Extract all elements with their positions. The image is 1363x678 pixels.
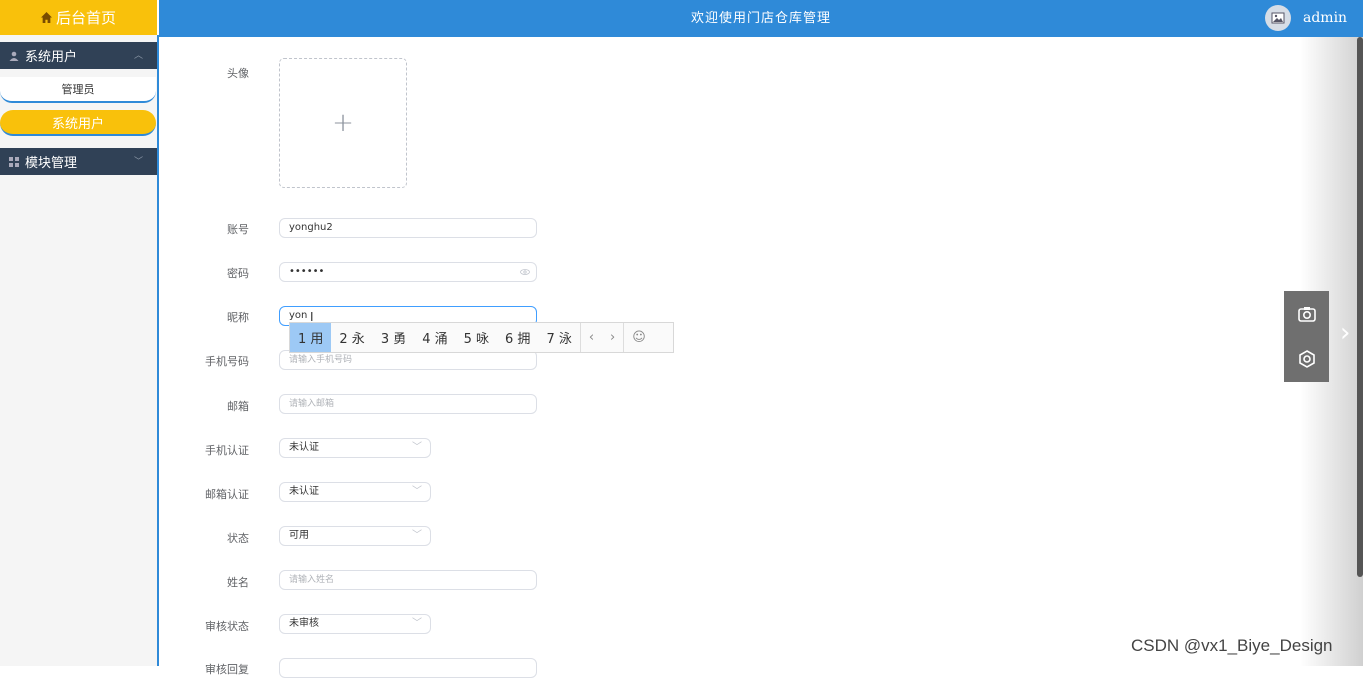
account-input[interactable]: yonghu2 xyxy=(279,218,537,238)
username[interactable]: admin xyxy=(1303,10,1347,26)
email-input[interactable]: 请输入邮箱 xyxy=(279,394,537,414)
ime-candidate-bar: 1 用 2 永 3 勇 4 涌 5 咏 6 拥 7 泳 ‹ › ☺ xyxy=(289,322,674,353)
menu-group-label: 模块管理 xyxy=(25,156,78,171)
account-label: 账号 xyxy=(227,223,249,236)
review-status-select[interactable]: 未审核 ﹀ xyxy=(279,614,431,634)
ime-candidate[interactable]: 1 用 xyxy=(290,323,332,352)
chevron-right-icon[interactable]: › xyxy=(1340,318,1350,348)
home-label: 后台首页 xyxy=(55,9,116,27)
menu-group-label: 系统用户 xyxy=(25,50,78,65)
password-input[interactable]: •••••• xyxy=(279,262,537,282)
ime-candidate[interactable]: 7 泳 xyxy=(538,323,579,352)
avatar-uploader[interactable]: + xyxy=(279,58,407,188)
password-label: 密码 xyxy=(227,267,249,280)
ime-candidate[interactable]: 5 咏 xyxy=(456,323,497,352)
email-verify-select[interactable]: 未认证 ﹀ xyxy=(279,482,431,502)
review-reply-label: 审核回复 xyxy=(205,663,249,676)
name-label: 姓名 xyxy=(227,576,249,589)
status-label: 状态 xyxy=(227,532,249,545)
review-status-value: 未审核 xyxy=(289,618,319,629)
email-label: 邮箱 xyxy=(227,400,249,413)
emoji-icon[interactable]: ☺ xyxy=(624,330,654,345)
phone-label: 手机号码 xyxy=(205,355,249,368)
name-input[interactable]: 请输入姓名 xyxy=(279,570,537,590)
home-tab[interactable]: 后台首页 xyxy=(0,0,157,35)
sidebar: 系统用户 ︿ 管理员 系统用户 模块管理 ﹀ xyxy=(0,35,159,666)
email-verify-value: 未认证 xyxy=(289,486,319,497)
status-select[interactable]: 可用 ﹀ xyxy=(279,526,431,546)
chevron-down-icon: ﹀ xyxy=(133,157,143,167)
eye-icon[interactable] xyxy=(520,263,530,281)
floating-toolbar xyxy=(1284,291,1329,382)
sidebar-item-system-users[interactable]: 系统用户 xyxy=(0,110,156,136)
avatar-label: 头像 xyxy=(227,67,249,80)
sidebar-item-admin[interactable]: 管理员 xyxy=(0,77,156,103)
ime-candidate[interactable]: 2 永 xyxy=(331,323,372,352)
chevron-down-icon: ﹀ xyxy=(412,442,422,453)
phone-verify-label: 手机认证 xyxy=(205,444,249,457)
status-value: 可用 xyxy=(289,530,309,541)
chevron-down-icon: ﹀ xyxy=(412,486,422,497)
hexagon-icon[interactable] xyxy=(1297,349,1317,369)
chevron-left-icon[interactable]: ‹ xyxy=(581,330,602,345)
grid-icon xyxy=(9,156,19,167)
scrollbar[interactable] xyxy=(1357,37,1363,577)
home-icon xyxy=(40,12,52,23)
nickname-label: 昵称 xyxy=(227,311,249,324)
chevron-down-icon: ﹀ xyxy=(412,618,422,629)
review-reply-input[interactable] xyxy=(279,658,537,678)
phone-verify-select[interactable]: 未认证 ﹀ xyxy=(279,438,431,458)
chevron-up-icon: ︿ xyxy=(133,51,143,61)
phone-verify-value: 未认证 xyxy=(289,442,319,453)
phone-input[interactable]: 请输入手机号码 xyxy=(279,350,537,370)
avatar[interactable] xyxy=(1265,5,1291,31)
chevron-down-icon: ﹀ xyxy=(412,530,422,541)
password-value: •••••• xyxy=(289,266,325,277)
page-title: 欢迎使用门店仓库管理 xyxy=(690,11,831,26)
menu-group-system-users[interactable]: 系统用户 ︿ xyxy=(0,42,157,69)
image-icon xyxy=(1271,12,1285,24)
menu-group-modules[interactable]: 模块管理 ﹀ xyxy=(0,148,157,175)
user-icon xyxy=(9,51,19,61)
top-bar: 欢迎使用门店仓库管理 xyxy=(159,0,1363,37)
camera-icon[interactable] xyxy=(1297,304,1317,324)
email-verify-label: 邮箱认证 xyxy=(205,488,249,501)
ime-candidate[interactable]: 3 勇 xyxy=(373,323,414,352)
watermark: CSDN @vx1_Biye_Design xyxy=(1131,636,1333,655)
ime-candidate[interactable]: 6 拥 xyxy=(497,323,538,352)
ime-candidate[interactable]: 4 涌 xyxy=(414,323,455,352)
review-status-label: 审核状态 xyxy=(205,620,249,633)
chevron-right-icon[interactable]: › xyxy=(602,330,623,345)
plus-icon: + xyxy=(332,108,354,138)
